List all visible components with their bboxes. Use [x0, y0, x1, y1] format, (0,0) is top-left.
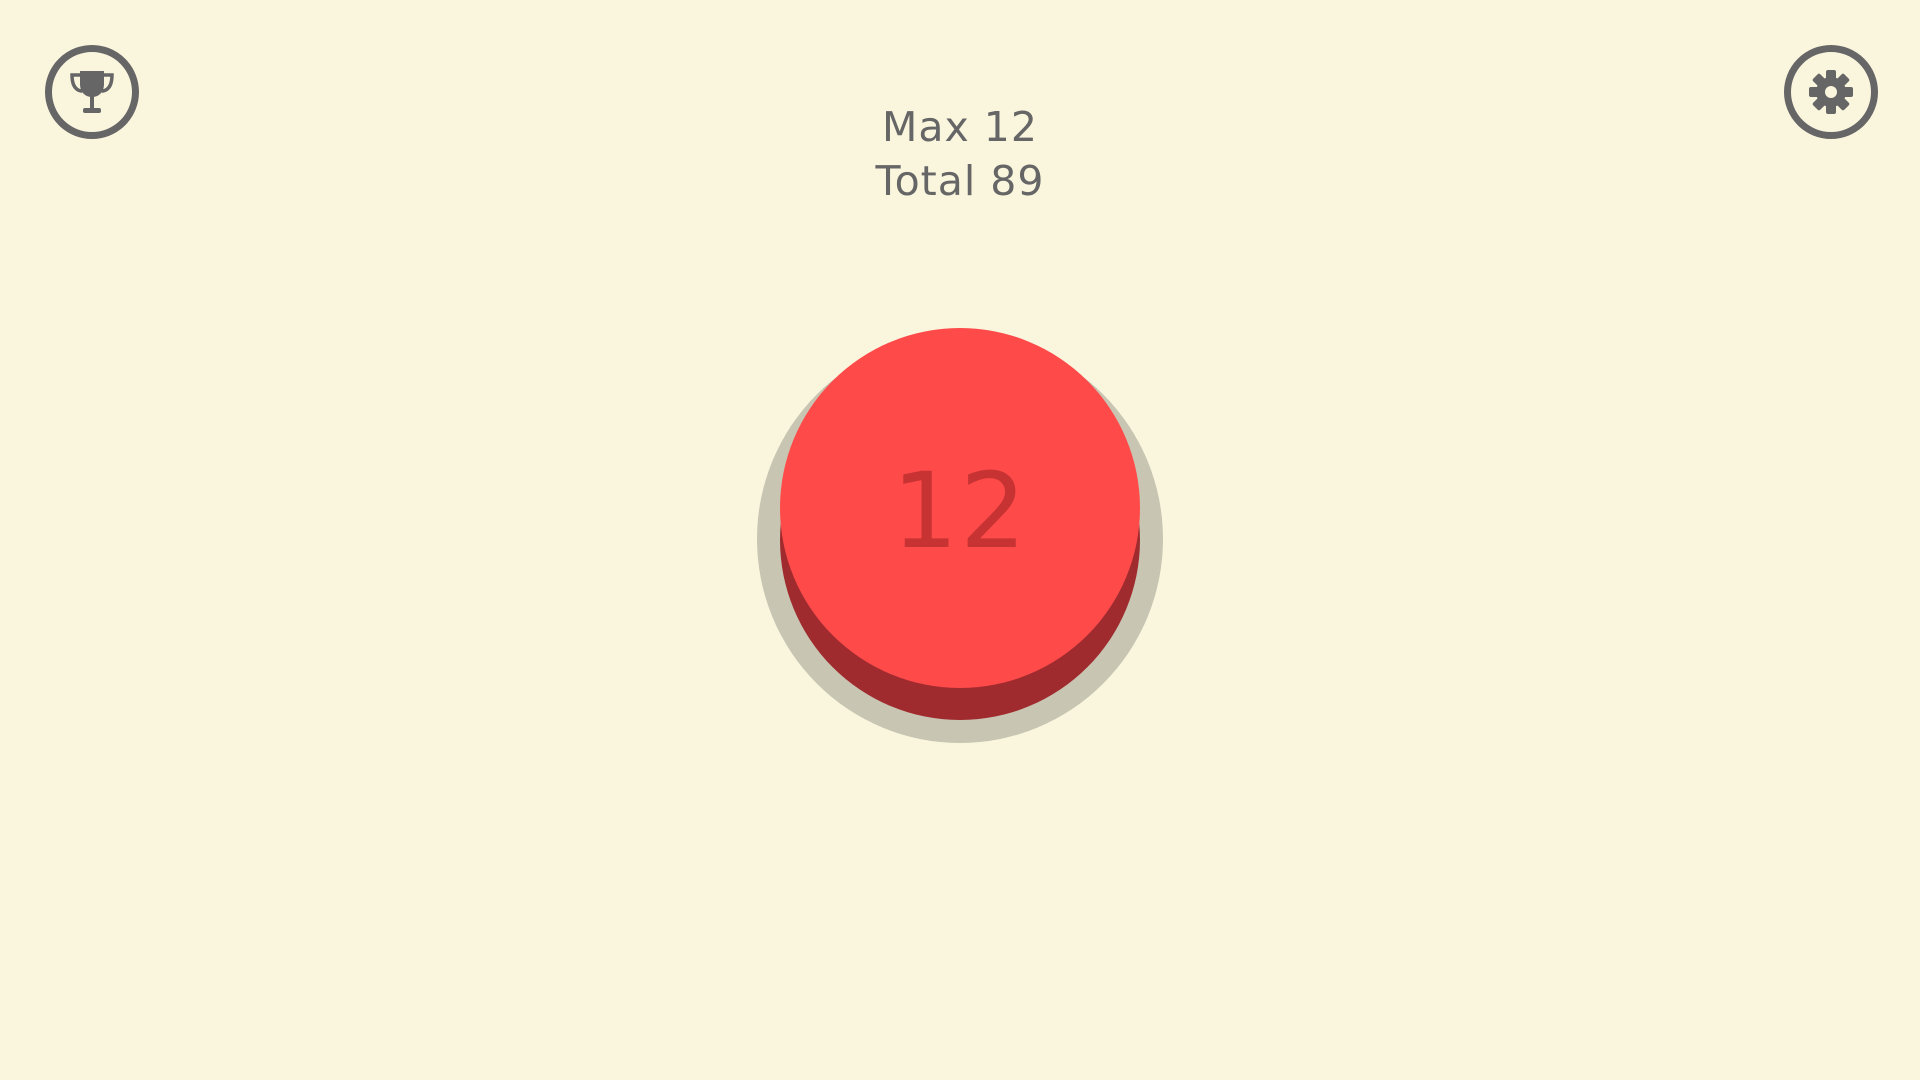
press-count: 12	[891, 449, 1029, 572]
settings-button[interactable]	[1784, 45, 1878, 139]
gear-icon	[1806, 67, 1856, 117]
game-screen: Max 12 Total 89 12	[0, 0, 1920, 1080]
max-score: Max 12	[882, 103, 1038, 151]
button-face: 12	[780, 328, 1140, 688]
tap-counter-button[interactable]: 12	[780, 328, 1140, 720]
score-summary: Max 12 Total 89	[0, 100, 1920, 208]
total-score: Total 89	[875, 157, 1045, 205]
